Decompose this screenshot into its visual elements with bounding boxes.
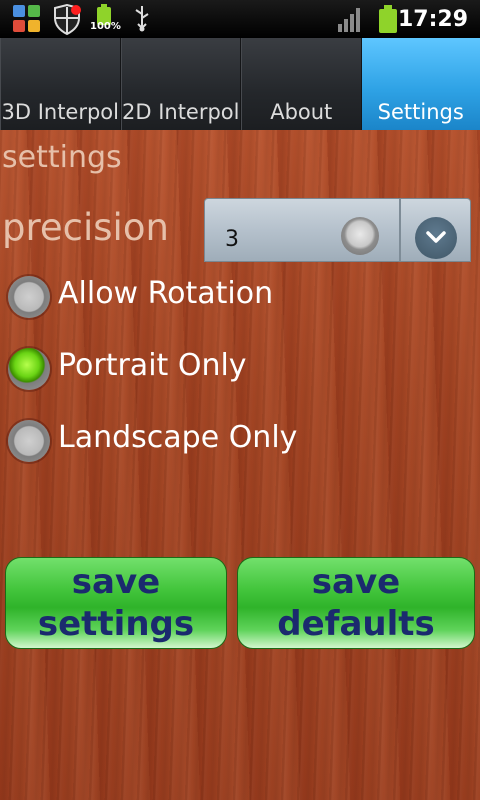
precision-label: precision bbox=[2, 206, 169, 249]
tab-2d-interpol[interactable]: 2D Interpol bbox=[120, 38, 241, 130]
radio-label: Landscape Only bbox=[58, 420, 298, 455]
chevron-down-icon[interactable] bbox=[415, 217, 457, 259]
radio-label: Portrait Only bbox=[58, 348, 247, 383]
radio-portrait-only[interactable]: Portrait Only bbox=[8, 348, 288, 394]
radio-landscape-only[interactable]: Landscape Only bbox=[8, 420, 318, 466]
battery-icon bbox=[378, 5, 398, 37]
radio-button-checked-icon[interactable] bbox=[8, 348, 50, 390]
radio-button-icon[interactable] bbox=[8, 420, 50, 462]
signal-icon bbox=[338, 8, 364, 36]
app-grid-icon bbox=[12, 4, 42, 38]
precision-spinner[interactable]: 3 bbox=[204, 198, 471, 262]
save-defaults-label: save defaults bbox=[277, 562, 435, 644]
tab-bar: 3D Interpol 2D Interpol About Settings bbox=[0, 38, 480, 130]
radio-label: Allow Rotation bbox=[58, 276, 274, 311]
spinner-divider bbox=[399, 199, 401, 261]
radio-button-icon[interactable] bbox=[8, 276, 50, 318]
status-bar: 100% 17:29 bbox=[0, 0, 480, 38]
clock: 17:29 bbox=[397, 7, 468, 32]
battery-percent: 100% bbox=[90, 21, 121, 32]
save-settings-label: save settings bbox=[37, 562, 195, 644]
tab-3d-interpol[interactable]: 3D Interpol bbox=[0, 38, 121, 130]
save-settings-button[interactable]: save settings bbox=[5, 557, 227, 649]
precision-value: 3 bbox=[225, 227, 239, 252]
save-defaults-button[interactable]: save defaults bbox=[237, 557, 475, 649]
usb-icon bbox=[132, 4, 152, 36]
page-title: settings bbox=[2, 140, 122, 175]
tab-about[interactable]: About bbox=[241, 38, 362, 130]
tab-settings[interactable]: Settings bbox=[361, 38, 480, 130]
shield-notification-icon bbox=[52, 3, 82, 40]
radio-allow-rotation[interactable]: Allow Rotation bbox=[8, 276, 308, 322]
settings-panel: settings precision 3 Allow Rotation Port… bbox=[0, 130, 480, 800]
spinner-radio-icon bbox=[341, 217, 379, 255]
